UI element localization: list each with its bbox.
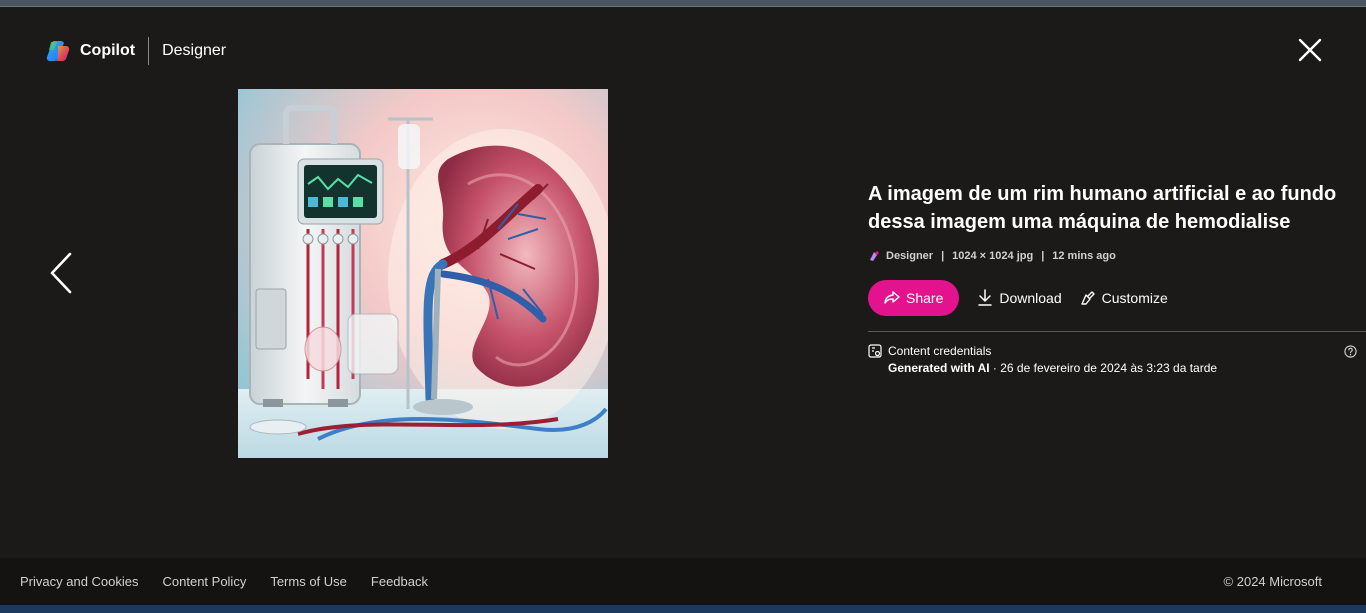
footer: Privacy and Cookies Content Policy Terms… bbox=[0, 558, 1366, 605]
meta-time: 12 mins ago bbox=[1052, 250, 1116, 262]
header-divider bbox=[148, 37, 150, 65]
image-meta: Designer | 1024 × 1024 jpg | 12 mins ago bbox=[868, 250, 1348, 262]
credentials-detail: Generated with AI · 26 de fevereiro de 2… bbox=[888, 361, 1358, 375]
action-bar: Share Download Customize bbox=[868, 280, 1348, 316]
details-divider bbox=[868, 331, 1366, 332]
meta-separator: | bbox=[941, 250, 945, 262]
generated-with-ai: Generated with AI bbox=[888, 361, 990, 375]
brand-name: Copilot bbox=[80, 42, 136, 59]
taskbar-edge bbox=[0, 605, 1366, 613]
content-credentials-icon bbox=[868, 344, 882, 358]
share-label: Share bbox=[906, 290, 944, 306]
help-icon[interactable] bbox=[1344, 345, 1357, 358]
copilot-logo[interactable] bbox=[46, 38, 72, 64]
privacy-and-cookies-link[interactable]: Privacy and Cookies bbox=[20, 574, 139, 589]
customize-icon bbox=[1080, 291, 1095, 305]
close-button[interactable] bbox=[1296, 36, 1324, 64]
image-details-panel: A imagem de um rim humano artificial e a… bbox=[868, 180, 1348, 316]
customize-button[interactable]: Customize bbox=[1080, 290, 1168, 306]
credentials-label: Content credentials bbox=[888, 344, 992, 358]
previous-image-button[interactable] bbox=[46, 250, 76, 296]
chevron-left-icon bbox=[50, 252, 72, 294]
credentials-date: · 26 de fevereiro de 2024 às 3:23 da tar… bbox=[989, 361, 1218, 375]
image-title: A imagem de um rim humano artificial e a… bbox=[868, 183, 1337, 233]
download-button[interactable]: Download bbox=[977, 289, 1062, 307]
meta-source: Designer bbox=[886, 250, 934, 262]
copyright: © 2024 Microsoft bbox=[1223, 574, 1322, 589]
feedback-link[interactable]: Feedback bbox=[371, 574, 428, 589]
share-button[interactable]: Share bbox=[868, 280, 960, 316]
customize-label: Customize bbox=[1101, 290, 1168, 306]
designer-icon bbox=[870, 251, 879, 261]
meta-dimensions: 1024 × 1024 jpg bbox=[952, 250, 1034, 262]
close-icon bbox=[1298, 38, 1322, 62]
generated-image[interactable] bbox=[238, 89, 608, 458]
content-credentials: Content credentials Generated with AI · … bbox=[868, 344, 1358, 375]
credentials-header: Content credentials bbox=[868, 344, 1358, 358]
product-name: Designer bbox=[162, 42, 227, 59]
window-top-strip bbox=[0, 0, 1366, 7]
download-icon bbox=[978, 289, 993, 306]
content-policy-link[interactable]: Content Policy bbox=[163, 574, 247, 589]
share-icon bbox=[884, 291, 900, 304]
meta-separator: | bbox=[1041, 250, 1045, 262]
header: Copilot Designer bbox=[46, 36, 226, 66]
download-label: Download bbox=[999, 290, 1062, 306]
terms-of-use-link[interactable]: Terms of Use bbox=[270, 574, 347, 589]
